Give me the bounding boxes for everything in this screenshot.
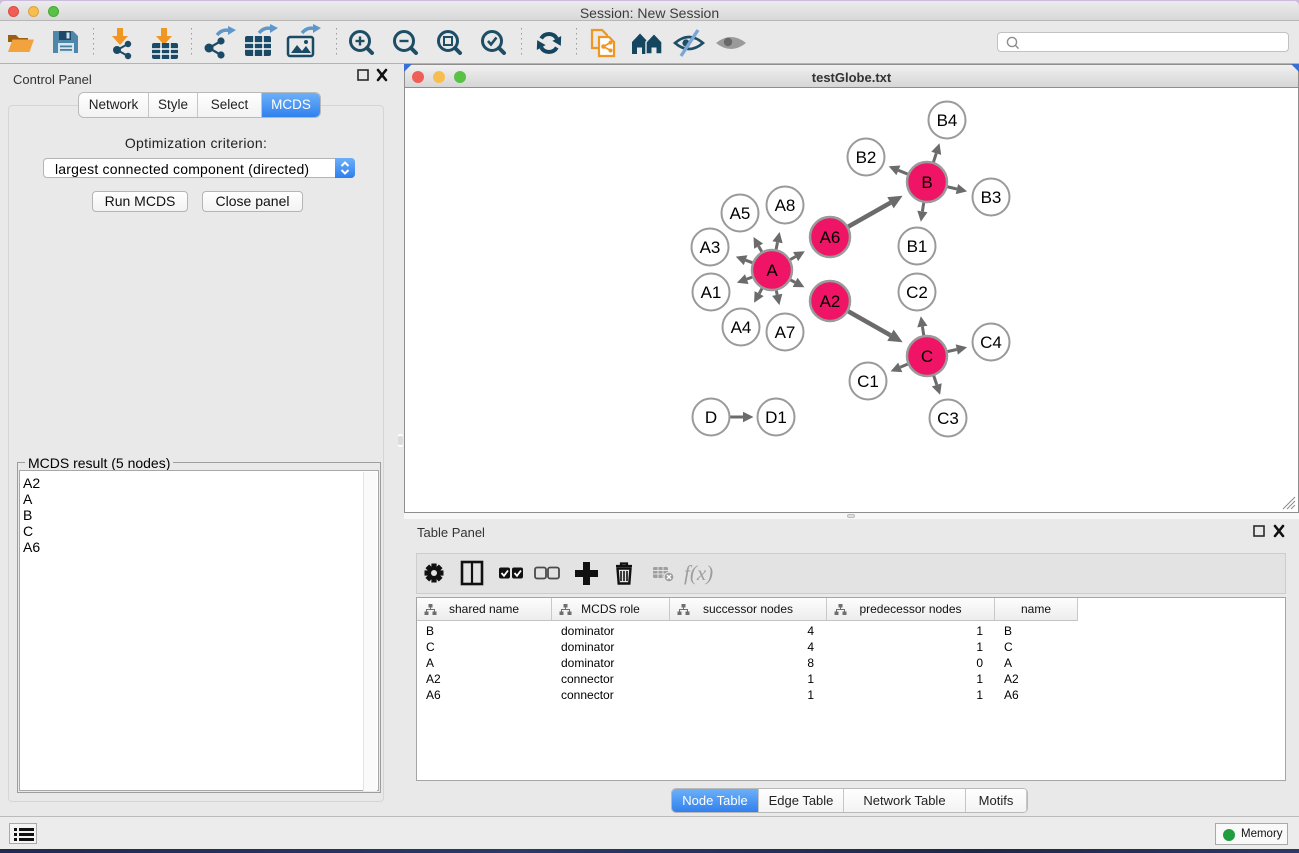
svg-text:C: C — [921, 347, 933, 366]
svg-text:B2: B2 — [856, 148, 877, 167]
svg-text:f(x): f(x) — [684, 561, 713, 585]
svg-text:A1: A1 — [701, 283, 722, 302]
svg-text:C3: C3 — [937, 409, 959, 428]
svg-text:B: B — [921, 173, 932, 192]
svg-text:A3: A3 — [700, 238, 721, 257]
svg-text:A2: A2 — [820, 292, 841, 311]
svg-text:C1: C1 — [857, 372, 879, 391]
svg-text:D1: D1 — [765, 408, 787, 427]
svg-text:A: A — [766, 261, 778, 280]
svg-text:C4: C4 — [980, 333, 1002, 352]
svg-text:A8: A8 — [775, 196, 796, 215]
svg-text:C2: C2 — [906, 283, 928, 302]
svg-text:D: D — [705, 408, 717, 427]
svg-text:A6: A6 — [820, 228, 841, 247]
svg-text:A4: A4 — [731, 318, 752, 337]
svg-text:B4: B4 — [937, 111, 958, 130]
svg-text:A7: A7 — [775, 323, 796, 342]
svg-text:B3: B3 — [981, 188, 1002, 207]
svg-text:A5: A5 — [730, 204, 751, 223]
svg-text:B1: B1 — [907, 237, 928, 256]
